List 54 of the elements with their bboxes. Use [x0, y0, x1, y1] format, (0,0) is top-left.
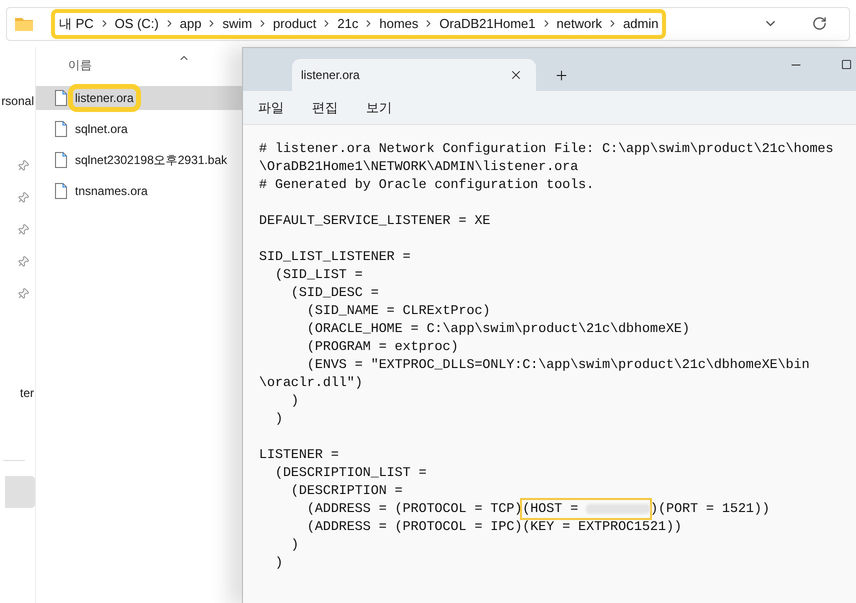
breadcrumb[interactable]: admin [623, 14, 658, 34]
code-line: \oraclr.dll") [259, 374, 363, 392]
code-line: (SID_LIST = [274, 266, 363, 284]
code-line: # Generated by Oracle configuration tools. [259, 176, 594, 194]
tab[interactable]: listener.ora [292, 59, 536, 91]
code-line: (SID_DESC = [290, 284, 379, 302]
code-line: ) [290, 392, 299, 410]
breadcrumb[interactable]: app [180, 14, 202, 34]
breadcrumb[interactable]: homes [379, 14, 418, 34]
address-bar[interactable]: 내 PC OS (C:) app swim product 21c homes OraDB21Home1 network admin [6, 6, 850, 40]
menu-item[interactable]: 파일 [258, 98, 284, 118]
file-icon [55, 183, 67, 199]
code-line: )(PORT = 1521)) [650, 500, 770, 518]
refresh-icon[interactable] [812, 16, 827, 31]
code-line: (ENVS = "EXTPROC_DLLS=ONLY:C:\app\swim\product\21c\dbhomeXE\bin [306, 356, 810, 374]
column-header[interactable]: 이름 [68, 56, 92, 74]
file-icon [55, 152, 67, 168]
code-line: # listener.ora Network Configuration File: C:\app\swim\product\21c\homes [259, 140, 834, 158]
file-icon [55, 121, 67, 137]
code-line: \OraDB21Home1\NETWORK\ADMIN\listener.ora [259, 158, 578, 176]
breadcrumb[interactable]: 내 PC [59, 14, 94, 34]
new-tab-icon[interactable] [554, 68, 569, 83]
nav-item[interactable]: ter [20, 384, 34, 402]
code-line: (ORACLE_HOME = C:\app\swim\product\21c\dbhomeXE) [306, 320, 690, 338]
file-item[interactable]: tnsnames.ora [36, 179, 242, 203]
breadcrumb[interactable]: OraDB21Home1 [439, 14, 536, 34]
code-line: SID_LIST_LISTENER = [259, 248, 411, 266]
breadcrumb[interactable]: swim [222, 14, 252, 34]
code-line: (ADDRESS = (PROTOCOL = TCP) [306, 500, 522, 518]
code-line: (DESCRIPTION = [290, 482, 403, 500]
highlighted-code: (HOST = [520, 498, 652, 520]
breadcrumb[interactable]: network [556, 14, 602, 34]
breadcrumb[interactable]: OS (C:) [114, 14, 159, 34]
code-line: ) [274, 410, 283, 428]
file-icon [55, 90, 67, 106]
file-item[interactable]: sqlnet.ora [36, 117, 242, 141]
menu-item[interactable]: 보기 [366, 98, 392, 118]
code-line: ) [290, 536, 299, 554]
code-line: (PROGRAM = extproc) [306, 338, 458, 356]
code-line: (ADDRESS = (PROTOCOL = IPC)(KEY = EXTPROC1521)) [306, 518, 682, 536]
close-icon[interactable] [509, 68, 523, 82]
folder-icon [15, 16, 33, 30]
breadcrumb[interactable]: product [273, 14, 316, 34]
code-line: DEFAULT_SERVICE_LISTENER = XE [259, 212, 490, 230]
nav-item[interactable]: rsonal [1, 92, 34, 110]
breadcrumb[interactable]: 21c [337, 14, 358, 34]
code-line: LISTENER = [259, 446, 339, 464]
file-item[interactable]: sqlnet2302198오후2931.bak [36, 148, 242, 172]
code-line: (DESCRIPTION_LIST = [274, 464, 427, 482]
code-line: ) [274, 554, 283, 572]
menu-item[interactable]: 편집 [312, 98, 338, 118]
file-item[interactable]: listener.ora [36, 86, 242, 110]
maximize-icon[interactable] [841, 59, 852, 70]
code-line: (SID_NAME = CLRExtProc) [306, 302, 490, 320]
